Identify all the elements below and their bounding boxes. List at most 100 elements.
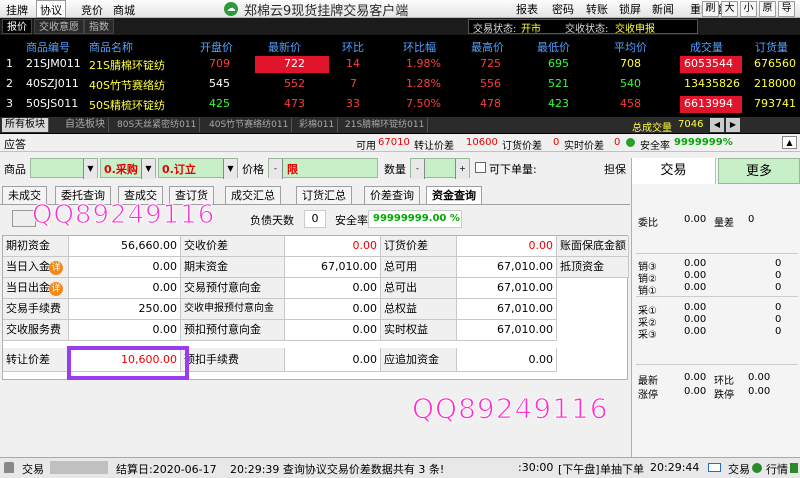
board-tab-bar: 所有板块 自选板块 80S天丝紧密纺011 40S竹节赛络纺011 彩棉011 … (0, 117, 800, 134)
row-chg: 14 (346, 57, 360, 70)
menu-zhuanzhang[interactable]: 转账 (586, 1, 608, 17)
board-tab-all[interactable]: 所有板块 (2, 118, 49, 132)
funds-label: 交收申报预付意向金 (181, 299, 285, 320)
menu-shangcheng[interactable]: 商城 (113, 2, 135, 18)
collapse-icon[interactable]: ▲ (782, 136, 797, 149)
tab-funds-query[interactable]: 资金查询 (426, 186, 482, 204)
board-tab-1[interactable]: 80S天丝紧密纺011 (114, 118, 201, 132)
app-title: 郑棉云9现货挂牌交易客户端 (244, 4, 409, 19)
debt-days-label: 负债天数 (250, 214, 294, 227)
funds-label: 账面保底金额 (557, 236, 629, 257)
detail-icon[interactable]: 详 (49, 261, 63, 275)
original-size-button[interactable]: 原 (759, 1, 776, 17)
delivery-status-value: 交收申报 (615, 24, 655, 35)
refresh-button[interactable]: 刷 (702, 1, 719, 17)
plus-icon[interactable]: + (455, 159, 469, 179)
scroll-left-icon[interactable]: ◀ (710, 118, 724, 132)
large-font-button[interactable]: 大 (721, 1, 738, 17)
trade-label: 交易 (22, 463, 44, 476)
tab-holding-summary[interactable]: 订货汇总 (296, 186, 352, 204)
row-vol: 6613994 (684, 97, 733, 110)
divider (636, 364, 798, 365)
scroll-right-icon[interactable]: ▶ (726, 118, 740, 132)
row-last: 722 (284, 57, 305, 70)
funds-label: 总可用 (381, 257, 457, 278)
debt-days-value: 0 (304, 210, 326, 228)
export-button[interactable]: 导 (778, 1, 795, 17)
qty-input[interactable]: - + (410, 158, 470, 179)
menu-xieyi[interactable]: 协议 (36, 0, 66, 18)
menu-baobiao[interactable]: 报表 (516, 1, 538, 17)
trade-status-label: 交易状态: (473, 24, 517, 35)
funds-value: 67,010.00 (285, 257, 381, 278)
sell-level-qty: 0 (775, 258, 782, 269)
board-tab-2[interactable]: 40S竹节赛络纺011 (206, 118, 293, 132)
buy-level-label: 采③ (638, 330, 657, 341)
tab-trade[interactable]: 交易 (632, 158, 716, 184)
tab-trade-summary[interactable]: 成交汇总 (225, 186, 281, 204)
lock-icon[interactable] (4, 462, 14, 473)
chevron-down-icon: ▼ (141, 159, 155, 179)
session-name: [下午盘] (558, 463, 600, 476)
buy-level-price: 0.00 (684, 314, 707, 325)
row-pct: 1.98% (406, 57, 441, 70)
row-last: 473 (284, 97, 305, 110)
tab-jiaoshou-yiyuan[interactable]: 交收意愿 (34, 19, 84, 34)
status-bar: 交易 结算日:2020-06-17 20:29:39 查询协议交易价差数据共有 … (0, 457, 800, 478)
avail-label: 可用 (356, 141, 376, 152)
row-chg: 33 (346, 97, 360, 110)
quote-row[interactable]: 1 21SJM011 21S腈棉环锭纺 709 722 14 1.98% 725… (0, 55, 800, 74)
status-message: 20:29:39 查询协议交易价差数据共有 3 条! (230, 463, 445, 476)
tab-more[interactable]: 更多 (718, 158, 800, 184)
funds-value: 67,010.00 (457, 257, 557, 278)
menu-mima[interactable]: 密码 (552, 1, 574, 17)
board-tab-4[interactable]: 21S腈棉环锭纺011 (342, 118, 429, 132)
divider (636, 253, 798, 254)
tab-zhishu[interactable]: 指数 (84, 19, 114, 34)
row-name: 50S精梳环锭纺 (89, 99, 165, 112)
answer-label[interactable]: 应答 (4, 136, 26, 152)
menu-guapai[interactable]: 挂牌 (6, 2, 28, 18)
row-low: 521 (548, 77, 569, 90)
funds-label: 交易手续费 (3, 299, 69, 320)
hdr-avg: 平均价 (614, 41, 647, 54)
board-tab-3[interactable]: 彩棉011 (296, 118, 339, 132)
funds-label: 实时权益 (381, 320, 457, 341)
price-input[interactable]: -限 (268, 158, 378, 179)
row-chg: 7 (350, 77, 357, 90)
hdr-name: 商品名称 (89, 41, 133, 54)
goods-select[interactable]: ▼ (30, 158, 98, 179)
small-font-button[interactable]: 小 (740, 1, 757, 17)
detail-icon[interactable]: 详 (49, 282, 63, 296)
funds-label: 转让价差 (3, 348, 69, 372)
funds-label: 应追加资金 (381, 348, 457, 372)
menu-jingjia[interactable]: 竞价 (81, 2, 103, 18)
minus-icon[interactable]: - (411, 159, 425, 179)
tab-spread-query[interactable]: 价差查询 (364, 186, 420, 204)
quote-row[interactable]: 2 40SZJ011 40S竹节赛络纺 545 552 7 1.28% 556 … (0, 75, 800, 94)
sell-level-qty: 0 (775, 270, 782, 281)
settle-date: 结算日:2020-06-17 (116, 463, 217, 476)
quote-row[interactable]: 3 50SJS011 50S精梳环锭纺 425 473 33 7.50% 478… (0, 95, 800, 114)
mail-icon[interactable] (708, 463, 721, 472)
row-avg: 540 (620, 77, 641, 90)
row-vol: 6053544 (684, 57, 733, 70)
board-tab-custom[interactable]: 自选板块 (62, 118, 109, 132)
safety-label: 安全率 (640, 141, 670, 152)
single-order-mode[interactable]: 单抽下单 (600, 461, 644, 477)
row-oi: 793741 (754, 97, 796, 110)
open-close-select[interactable]: 0.订立 ▼ (158, 158, 238, 179)
funds-value: 67,010.00 (457, 299, 557, 320)
liangcha-value: 0 (748, 214, 755, 225)
hdr-vol: 成交量 (690, 41, 723, 54)
funds-label: 订货价差 (381, 236, 457, 257)
chevron-down-icon: ▼ (223, 159, 237, 179)
tab-baojia[interactable]: 报价 (2, 19, 32, 34)
row-pct: 7.50% (406, 97, 441, 110)
safety-value: 9999999% (674, 137, 733, 148)
menu-xinwen[interactable]: 新闻 (652, 1, 674, 17)
available-checkbox[interactable] (475, 162, 486, 173)
menu-suoping[interactable]: 锁屏 (619, 1, 641, 17)
buy-sell-select[interactable]: 0.采购 ▼ (100, 158, 156, 179)
trade-connection-label: 交易 (728, 463, 750, 476)
